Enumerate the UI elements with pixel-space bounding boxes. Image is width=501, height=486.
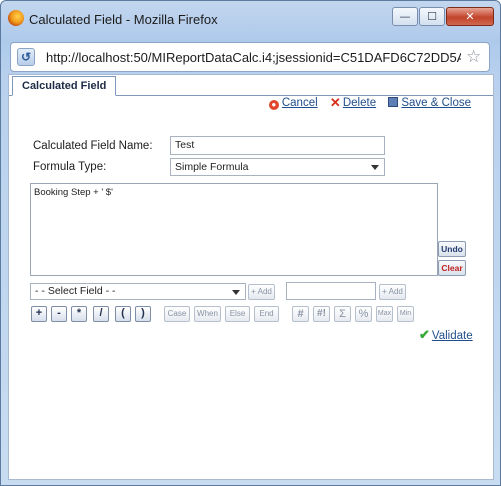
save-close-link[interactable]: Save & Close [388, 97, 471, 109]
percent-function-button[interactable]: % [355, 306, 372, 322]
undo-button[interactable]: Undo [438, 241, 466, 257]
formula-type-select[interactable]: Simple Formula [170, 158, 385, 176]
firefox-logo-icon [8, 10, 24, 26]
title-bar: Calculated Field - Mozilla Firefox — ☐ ✕ [1, 1, 500, 39]
operator-minus-button[interactable]: - [51, 306, 67, 322]
action-bar: ● Cancel ✕ Delete Save & Close [260, 95, 471, 110]
dialog-content: Calculated Field ● Cancel ✕ Delete Save & … [8, 74, 494, 480]
maximize-button[interactable]: ☐ [419, 7, 445, 26]
address-bar[interactable]: ↺ http://localhost:50/MIReportDataCalc.i… [10, 42, 490, 72]
cancel-label: Cancel [281, 97, 318, 109]
formula-textarea[interactable]: Booking Step + ' $' [30, 183, 438, 276]
field-name-label: Calculated Field Name: [33, 140, 153, 152]
when-button[interactable]: When [194, 306, 221, 322]
operator-multiply-button[interactable]: * [71, 306, 87, 322]
close-button[interactable]: ✕ [446, 7, 494, 26]
chevron-down-icon [232, 290, 240, 295]
end-button[interactable]: End [254, 306, 279, 322]
add-field-button[interactable]: + Add [248, 284, 275, 300]
cancel-link[interactable]: ● Cancel [268, 97, 318, 110]
minimize-button[interactable]: — [392, 7, 418, 26]
star-icon[interactable]: ☆ [466, 47, 481, 67]
delete-label: Delete [342, 97, 377, 109]
select-field-value: - - Select Field - - [35, 285, 116, 297]
count-distinct-function-button[interactable]: #! [313, 306, 330, 322]
count-function-button[interactable]: # [292, 306, 309, 322]
sum-function-button[interactable]: Σ [334, 306, 351, 322]
close-paren-button[interactable]: ) [135, 306, 151, 322]
save-close-label: Save & Close [401, 97, 471, 109]
add-value-button[interactable]: + Add [379, 284, 406, 300]
url-text[interactable]: http://localhost:50/MIReportDataCalc.i4;… [46, 50, 461, 65]
operator-divide-button[interactable]: / [93, 306, 109, 322]
checkmark-icon: ✔ [419, 327, 430, 342]
save-icon [388, 97, 399, 107]
chevron-down-icon [371, 165, 379, 170]
clear-button[interactable]: Clear [438, 260, 466, 276]
value-input[interactable] [286, 282, 376, 300]
min-function-button[interactable]: Min [397, 306, 414, 322]
validate-label: Validate [431, 330, 473, 342]
open-paren-button[interactable]: ( [115, 306, 131, 322]
cancel-icon: ● [268, 100, 279, 110]
select-field-dropdown[interactable]: - - Select Field - - [30, 283, 246, 300]
max-function-button[interactable]: Max [376, 306, 393, 322]
window-title: Calculated Field - Mozilla Firefox [29, 12, 218, 27]
validate-link[interactable]: ✔ Validate [419, 327, 473, 343]
else-button[interactable]: Else [225, 306, 250, 322]
tab-calculated-field[interactable]: Calculated Field [12, 76, 117, 96]
delete-link[interactable]: ✕ Delete [329, 95, 377, 110]
formula-type-value: Simple Formula [175, 161, 249, 173]
browser-window: Calculated Field - Mozilla Firefox — ☐ ✕… [0, 0, 501, 486]
delete-icon: ✕ [329, 95, 341, 110]
formula-type-label: Formula Type: [33, 161, 107, 173]
case-button[interactable]: Case [164, 306, 190, 322]
tab-strip: Calculated Field [9, 75, 493, 96]
operator-plus-button[interactable]: + [31, 306, 47, 322]
field-name-input[interactable]: Test [170, 136, 385, 155]
site-identity-icon[interactable]: ↺ [17, 48, 35, 66]
